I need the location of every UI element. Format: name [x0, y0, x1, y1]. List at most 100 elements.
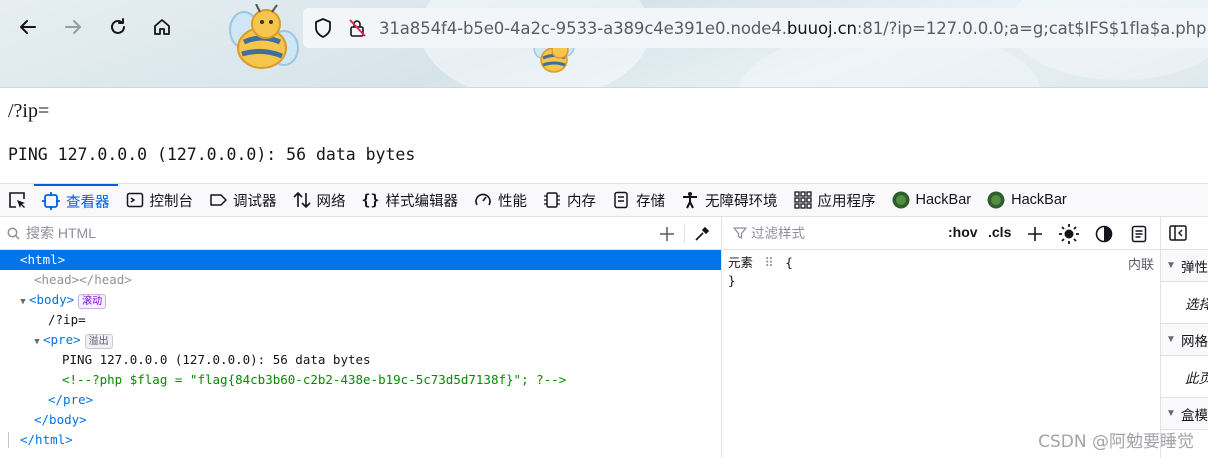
overflow-badge[interactable]: 溢出: [84, 334, 113, 349]
memory-icon: [543, 191, 561, 209]
layout-panel: ▼ 弹性 选择 ▼ 网格 此页 ▼ 盒模: [1160, 217, 1208, 458]
box-model-section-header[interactable]: ▼ 盒模: [1161, 398, 1208, 430]
expand-triangle-icon[interactable]: ▼: [17, 292, 29, 312]
tag-html-open: <html>: [20, 252, 66, 267]
url-domain: buuoj.cn: [786, 18, 857, 38]
inspector-icon: [42, 192, 60, 210]
hover-states-button[interactable]: :hov: [948, 224, 978, 240]
tag-pre-open: <pre>: [43, 332, 81, 347]
rules-toolbar: :hov .cls: [723, 217, 1160, 250]
tree-text-node[interactable]: PING 127.0.0.0 (127.0.0.0): 56 data byte…: [0, 350, 721, 370]
tab-performance[interactable]: 性能: [466, 184, 535, 216]
document-icon: [1131, 225, 1147, 243]
divider: [684, 225, 685, 243]
tree-node-html[interactable]: <html>: [0, 250, 721, 270]
brace-open: {: [785, 255, 793, 270]
tab-label: 调试器: [233, 193, 277, 210]
tab-accessibility[interactable]: 无障碍环境: [673, 184, 786, 216]
section-title: 弹性: [1181, 259, 1208, 275]
contrast-icon: [1095, 225, 1113, 243]
tab-label: 性能: [498, 193, 527, 210]
element-rule-end: }: [723, 272, 1160, 290]
tab-label: 内存: [567, 193, 596, 210]
shield-icon[interactable]: [311, 16, 335, 40]
url-prefix: 31a854f4-b5e0-4a2c-9533-a389c4e391e0.nod…: [379, 18, 787, 38]
tree-comment-node[interactable]: <!--?php $flag = "flag{84cb3b60-c2b2-438…: [0, 370, 721, 390]
reload-button[interactable]: [101, 10, 135, 44]
tab-style-editor[interactable]: {} 样式编辑器: [354, 184, 467, 216]
text-ip: /?ip=: [48, 312, 86, 327]
page-ping-output: PING 127.0.0.0 (127.0.0.0): 56 data byte…: [8, 145, 416, 164]
tab-application[interactable]: 应用程序: [786, 184, 884, 216]
text-ping: PING 127.0.0.0 (127.0.0.0): 56 data byte…: [62, 352, 371, 367]
tree-node-body[interactable]: ▼ <body> 滚动: [0, 290, 721, 310]
expand-triangle-icon: ▼: [1166, 260, 1176, 271]
insecure-lock-icon[interactable]: [345, 16, 369, 40]
browser-toolbar: 31a854f4-b5e0-4a2c-9533-a389c4e391e0.nod…: [0, 0, 1208, 88]
tab-network[interactable]: 网络: [285, 184, 354, 216]
print-media-button[interactable]: [1128, 223, 1150, 245]
tab-memory[interactable]: 内存: [535, 184, 604, 216]
url-bar[interactable]: 31a854f4-b5e0-4a2c-9533-a389c4e391e0.nod…: [303, 8, 1208, 48]
inline-source-label: 内联: [1127, 257, 1154, 272]
home-button[interactable]: [145, 10, 179, 44]
tab-hackbar[interactable]: HackBar: [884, 184, 980, 216]
grid-section-header[interactable]: ▼ 网格: [1161, 324, 1208, 356]
expand-triangle-icon[interactable]: ▼: [31, 332, 43, 352]
html-search-input[interactable]: [26, 225, 626, 241]
add-node-button[interactable]: [656, 223, 678, 245]
light-theme-button[interactable]: [1058, 223, 1080, 245]
element-rule[interactable]: 元素 ⠿ {: [723, 254, 1160, 272]
tab-label: 查看器: [66, 194, 110, 211]
back-button[interactable]: [11, 10, 45, 44]
eyedropper-icon: [695, 226, 710, 241]
forward-arrow-icon: [65, 20, 81, 34]
filter-icon: [733, 226, 747, 240]
storage-icon: [612, 191, 630, 209]
tree-node-head[interactable]: <head></head>: [0, 270, 721, 290]
search-icon: [0, 227, 26, 240]
tag-pre-close: </pre>: [48, 392, 94, 407]
forward-button[interactable]: [56, 10, 90, 44]
hackbar-icon: [987, 191, 1005, 209]
dark-theme-button[interactable]: [1093, 223, 1115, 245]
plus-icon: [1028, 227, 1042, 241]
scroll-badge[interactable]: 滚动: [78, 294, 107, 309]
home-icon: [154, 19, 170, 35]
grid-section-body: 此页: [1161, 356, 1208, 398]
tree-text-node[interactable]: /?ip=: [0, 310, 721, 330]
eyedropper-button[interactable]: [691, 223, 713, 245]
layout-toggle-button[interactable]: [1161, 217, 1208, 250]
bee-icon: [229, 4, 299, 69]
reload-icon: [111, 18, 125, 34]
hackbar-icon: [892, 191, 910, 209]
url-text[interactable]: 31a854f4-b5e0-4a2c-9533-a389c4e391e0.nod…: [379, 19, 1206, 38]
add-rule-button[interactable]: [1024, 223, 1046, 245]
filter-styles-input[interactable]: [751, 225, 931, 241]
tag-html-close: </html>: [20, 432, 73, 447]
tab-inspector[interactable]: 查看器: [34, 184, 118, 216]
csdn-watermark: CSDN @阿勉要睡觉: [1038, 432, 1194, 452]
rules-panel: :hov .cls 元素 ⠿ { } 内联: [723, 217, 1160, 458]
debugger-icon: [209, 191, 227, 209]
tab-debugger[interactable]: 调试器: [201, 184, 285, 216]
tab-label: HackBar: [1011, 192, 1067, 208]
accessibility-icon: [681, 191, 699, 209]
tab-hackbar-2[interactable]: HackBar: [979, 184, 1075, 216]
classes-button[interactable]: .cls: [988, 224, 1011, 240]
tree-node-pre[interactable]: ▼ <pre> 溢出: [0, 330, 721, 350]
flag-comment: <!--?php $flag = "flag{84cb3b60-c2b2-438…: [62, 372, 567, 387]
tree-node-body-close[interactable]: </body>: [0, 410, 721, 430]
tab-label: 网络: [316, 193, 346, 210]
sidebar-toggle-icon: [1169, 225, 1187, 241]
element-picker-button[interactable]: [0, 184, 34, 216]
console-icon: [126, 191, 144, 209]
tree-node-pre-close[interactable]: </pre>: [0, 390, 721, 410]
page-ip-text: /?ip=: [8, 100, 50, 122]
tab-console[interactable]: 控制台: [118, 184, 202, 216]
tab-storage[interactable]: 存储: [604, 184, 673, 216]
tree-node-html-close[interactable]: </html>: [0, 430, 721, 450]
flexbox-section-header[interactable]: ▼ 弹性: [1161, 250, 1208, 282]
tag-body-open: <body>: [29, 292, 75, 307]
tag-head: <head></head>: [34, 272, 132, 287]
